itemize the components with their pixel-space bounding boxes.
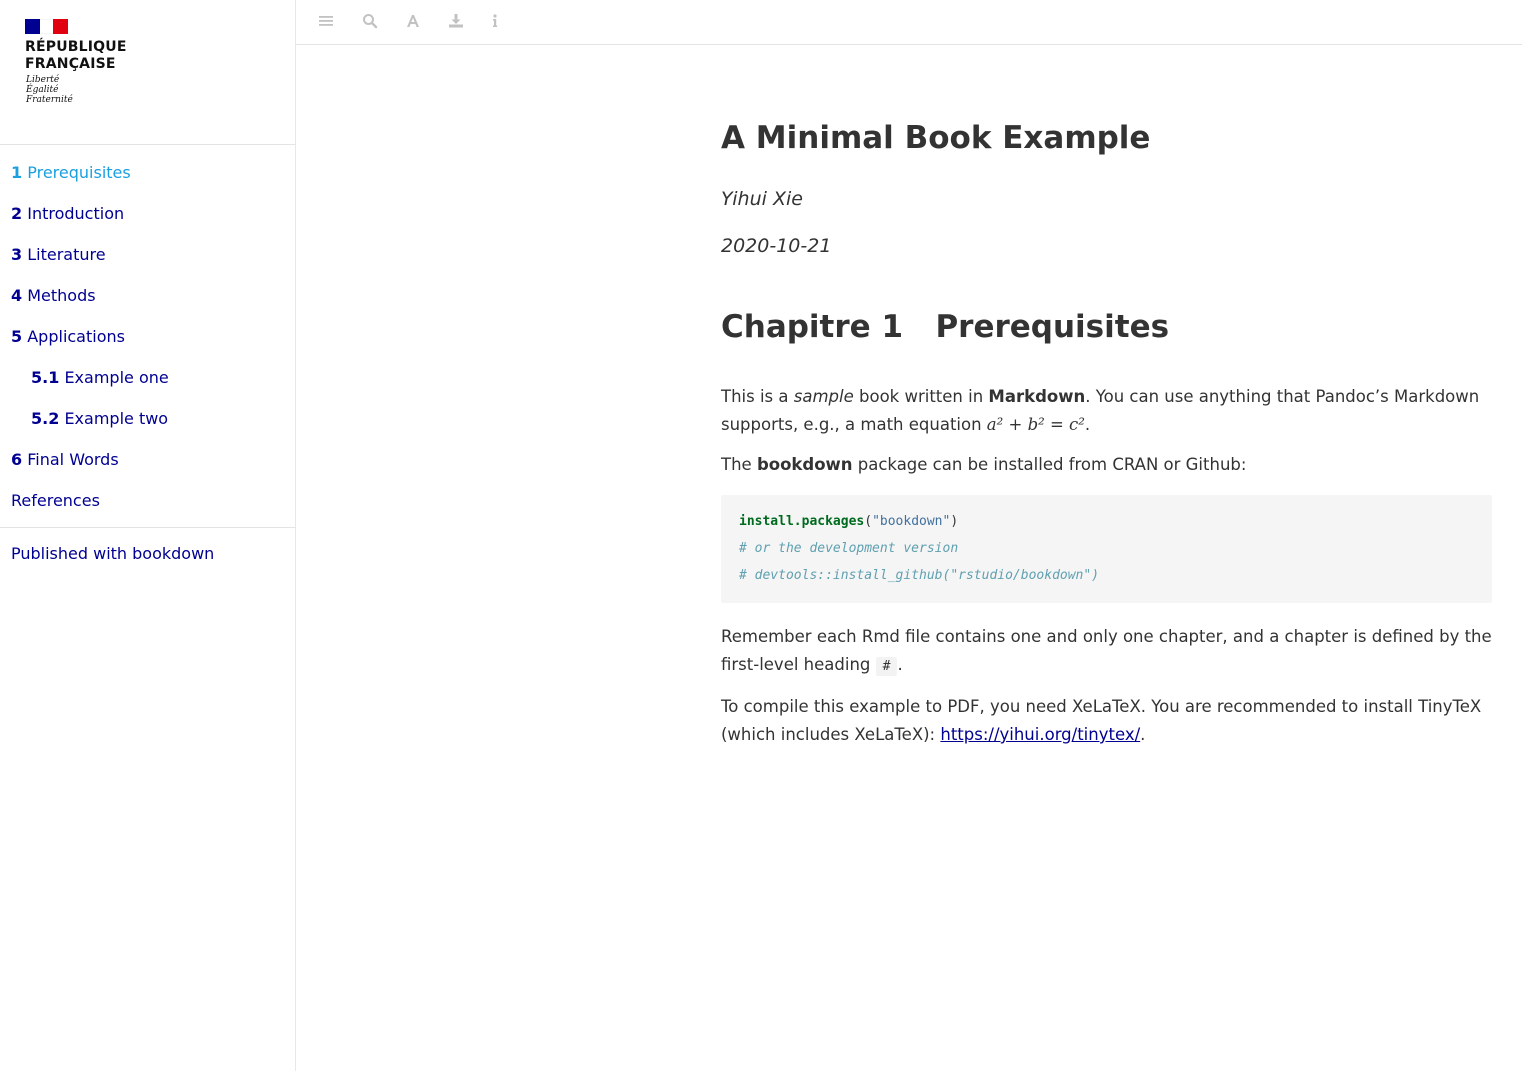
toc-item-prerequisites[interactable]: 1 Prerequisites <box>0 152 295 193</box>
code-function: install.packages <box>739 514 865 529</box>
republique-francaise-logo[interactable]: RÉPUBLIQUE FRANÇAISE Liberté Égalité Fra… <box>25 19 155 119</box>
text: This is a <box>721 387 794 406</box>
download-icon[interactable] <box>447 12 465 30</box>
emphasis-sample: sample <box>793 387 854 406</box>
book-title: A Minimal Book Example <box>721 120 1151 156</box>
toc-item-number: 3 <box>11 245 23 264</box>
paragraph-compile: To compile this example to PDF, you need… <box>721 693 1492 749</box>
sidebar-divider-top <box>0 144 295 145</box>
text: . <box>1140 725 1146 744</box>
menu-icon[interactable] <box>317 12 335 30</box>
logo-motto: Liberté Égalité Fraternité <box>26 75 73 105</box>
text: Remember each Rmd file contains one and … <box>721 627 1492 674</box>
paragraph-rmd: Remember each Rmd file contains one and … <box>721 623 1492 681</box>
chapter-title: Prerequisites <box>935 309 1170 345</box>
inline-code-hash: # <box>875 657 898 676</box>
strong-bookdown: bookdown <box>756 455 853 474</box>
code-string: "bookdown" <box>872 514 951 529</box>
paragraph-intro: This is a sample book written in Markdow… <box>721 383 1492 439</box>
toc-item-methods[interactable]: 4 Methods <box>0 275 295 316</box>
code-paren-close: ) <box>950 514 959 529</box>
math-equation: a² + b² = c² <box>986 415 1085 434</box>
tinytex-link[interactable]: https://yihui.org/tinytex/ <box>940 725 1140 744</box>
search-icon[interactable] <box>361 12 379 30</box>
published-with-bookdown-link[interactable]: Published with bookdown <box>11 544 214 563</box>
code-comment-1: # or the development version <box>739 541 959 556</box>
text: package can be installed from CRAN or Gi… <box>852 455 1247 474</box>
toc-item-label: Introduction <box>27 204 125 223</box>
book-date: 2020-10-21 <box>721 235 832 257</box>
toc-item-number: 6 <box>11 450 23 469</box>
toc-item-example-two[interactable]: 5.2 Example two <box>0 398 295 439</box>
toc-item-number: 5 <box>11 327 23 346</box>
text: book written in <box>853 387 989 406</box>
toc-item-number: 5.2 <box>31 409 60 428</box>
toc-item-number: 5.1 <box>31 368 60 387</box>
toc-item-label: References <box>11 491 100 510</box>
french-flag-icon <box>25 19 68 34</box>
toc-item-label: Literature <box>27 245 106 264</box>
toc-item-number: 1 <box>11 163 23 182</box>
toc-item-final-words[interactable]: 6 Final Words <box>0 439 295 480</box>
font-settings-icon[interactable] <box>404 12 422 30</box>
toc-item-label: Example two <box>64 409 169 428</box>
toc-item-label: Prerequisites <box>27 163 131 182</box>
toc-item-label: Applications <box>27 327 125 346</box>
paragraph-install: The bookdown package can be installed fr… <box>721 451 1492 479</box>
toc-item-label: Example one <box>64 368 169 387</box>
toc-item-label: Final Words <box>27 450 119 469</box>
code-paren-open: ( <box>864 514 873 529</box>
text: . <box>897 655 903 674</box>
logo-name: RÉPUBLIQUE FRANÇAISE <box>25 39 127 72</box>
sidebar-divider-bottom <box>0 527 295 528</box>
chapter-number: Chapitre 1 <box>721 309 904 345</box>
toc-item-literature[interactable]: 3 Literature <box>0 234 295 275</box>
code-line-1: install.packages("bookdown") <box>739 508 1474 535</box>
chapter-heading: Chapitre 1 Prerequisites <box>721 307 1492 347</box>
toc-item-example-one[interactable]: 5.1 Example one <box>0 357 295 398</box>
code-comment-2: # devtools::install_github("rstudio/book… <box>739 568 1100 583</box>
sidebar: RÉPUBLIQUE FRANÇAISE Liberté Égalité Fra… <box>0 0 296 1071</box>
toc-item-number: 2 <box>11 204 23 223</box>
info-icon[interactable] <box>486 12 504 30</box>
toc-item-number: 4 <box>11 286 23 305</box>
book-content: A Minimal Book Example Yihui Xie 2020-10… <box>721 100 1492 749</box>
toc-item-label: Methods <box>27 286 96 305</box>
toc-item-introduction[interactable]: 2 Introduction <box>0 193 295 234</box>
book-toolbar <box>296 0 1522 45</box>
text: . <box>1084 415 1091 434</box>
toc-item-applications[interactable]: 5 Applications <box>0 316 295 357</box>
strong-markdown: Markdown <box>988 387 1086 406</box>
book-author: Yihui Xie <box>721 188 803 210</box>
table-of-contents: 1 Prerequisites 2 Introduction 3 Literat… <box>0 152 295 521</box>
code-block[interactable]: install.packages("bookdown") # or the de… <box>721 495 1492 603</box>
text: The <box>721 455 757 474</box>
toc-item-references[interactable]: References <box>0 480 295 521</box>
